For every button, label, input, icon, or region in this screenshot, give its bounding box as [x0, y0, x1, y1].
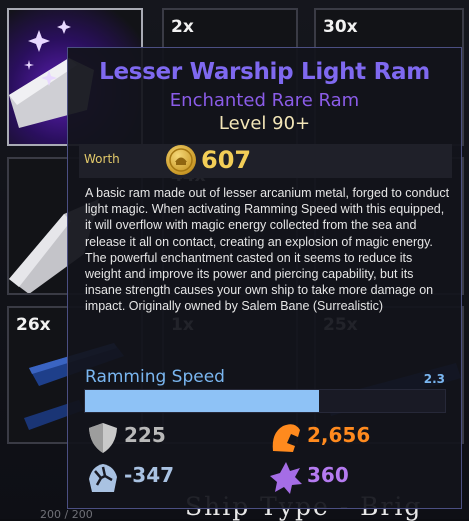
stat-bar-value: 2.3 [423, 372, 445, 386]
item-description: A basic ram made out of lesser arcanium … [85, 186, 450, 314]
item-title: Lesser Warship Light Ram [99, 59, 430, 85]
worth-value: 607 [201, 146, 252, 174]
stat-value: 225 [124, 423, 166, 447]
worth-row: Worth 607 [79, 144, 452, 178]
stat-value: -347 [124, 463, 175, 487]
coin-icon [166, 145, 196, 175]
stat-bar-fill [85, 390, 319, 412]
capacity-counter: 200 / 200 [40, 508, 93, 521]
slot-quantity: 2x [171, 17, 194, 37]
item-subtitle: Enchanted Rare Ram [169, 90, 360, 111]
item-tooltip: Lesser Warship Light Ram Enchanted Rare … [67, 47, 462, 509]
slot-quantity: 30x [323, 17, 358, 37]
stat-bar-label: Ramming Speed [85, 367, 225, 387]
stat-value: 360 [307, 463, 349, 487]
shield-icon [89, 423, 117, 453]
burst-star-icon [270, 462, 302, 494]
cracked-armor-icon [89, 464, 117, 492]
stat-value: 2,656 [307, 423, 371, 447]
item-level: Level 90+ [218, 113, 311, 134]
stat-bar [84, 389, 446, 413]
worth-label: Worth [84, 152, 120, 166]
fist-icon [272, 424, 300, 452]
